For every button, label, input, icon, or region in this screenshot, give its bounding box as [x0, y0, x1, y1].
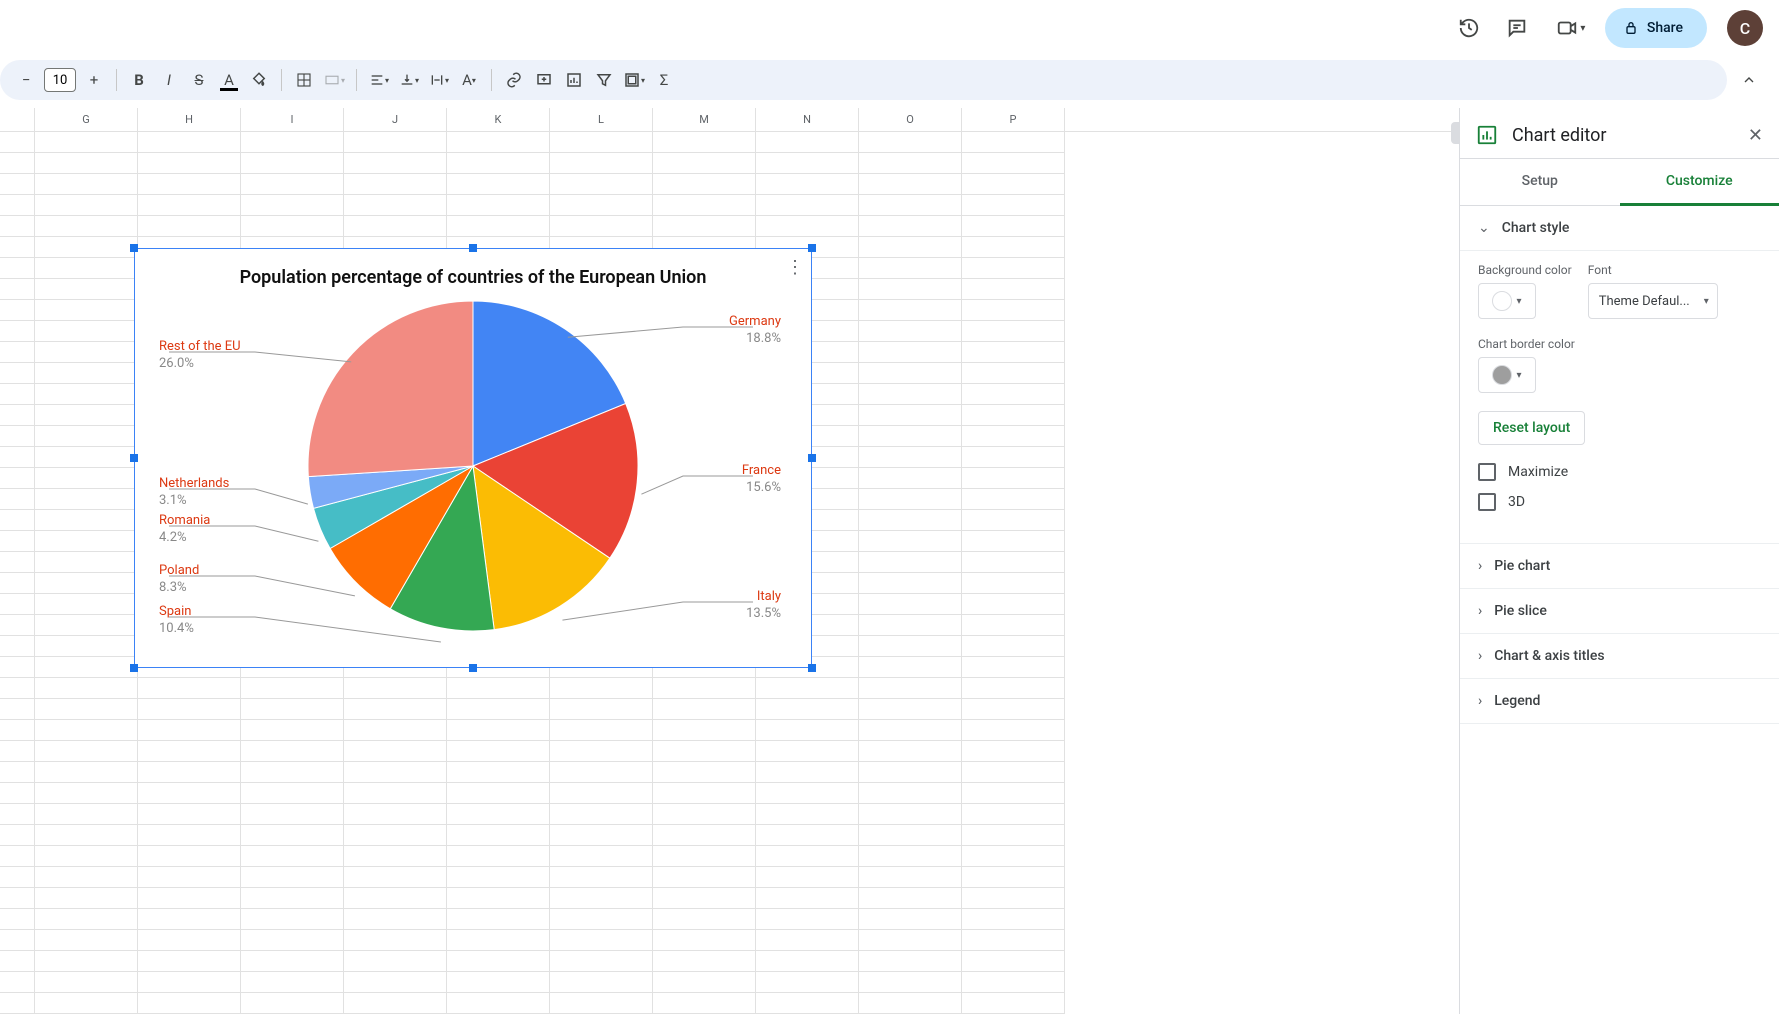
merge-button[interactable]: ▾	[320, 66, 348, 94]
column-header[interactable]: O	[859, 108, 962, 131]
borders-button[interactable]	[290, 66, 318, 94]
column-header[interactable]: I	[241, 108, 344, 131]
chevron-right-icon: ›	[1478, 648, 1482, 664]
slice-pct: 15.6%	[742, 480, 781, 497]
pie-chart-svg	[303, 296, 643, 636]
text-color-button[interactable]: A	[215, 66, 243, 94]
toolbar: − + B I S A ▾ ▾ ▾ ▾ A	[0, 60, 1727, 100]
strike-button[interactable]: S	[185, 66, 213, 94]
chevron-right-icon: ›	[1478, 693, 1482, 709]
column-header[interactable]: K	[447, 108, 550, 131]
resize-handle[interactable]	[808, 244, 816, 252]
column-header[interactable]: H	[138, 108, 241, 131]
resize-handle[interactable]	[469, 244, 477, 252]
reset-layout-button[interactable]: Reset layout	[1478, 411, 1585, 445]
insert-chart-button[interactable]	[560, 66, 588, 94]
wrap-button[interactable]: ▾	[425, 66, 453, 94]
bg-color-label: Background color	[1478, 263, 1572, 277]
column-header[interactable]: M	[653, 108, 756, 131]
slice-label: Romania	[159, 513, 210, 530]
section-pie-chart[interactable]: › Pie chart	[1460, 544, 1779, 589]
chart-object[interactable]: ⋮ Population percentage of countries of …	[134, 248, 812, 668]
slice-pct: 3.1%	[159, 493, 229, 510]
filter-button[interactable]	[590, 66, 618, 94]
resize-handle[interactable]	[130, 454, 138, 462]
slice-pct: 18.8%	[729, 331, 781, 348]
resize-handle[interactable]	[130, 664, 138, 672]
share-button[interactable]: Share	[1605, 8, 1707, 48]
chart-menu-icon[interactable]: ⋮	[786, 257, 803, 278]
insert-comment-button[interactable]	[530, 66, 558, 94]
slice-label: Poland	[159, 563, 199, 580]
column-header[interactable]: N	[756, 108, 859, 131]
fill-color-button[interactable]	[245, 66, 273, 94]
column-header[interactable]: P	[962, 108, 1065, 131]
section-pie-slice[interactable]: › Pie slice	[1460, 589, 1779, 634]
slice-label: Germany	[729, 314, 781, 331]
section-legend[interactable]: › Legend	[1460, 679, 1779, 724]
collapse-toolbar-button[interactable]	[1735, 66, 1763, 94]
toolbar-wrap: − + B I S A ▾ ▾ ▾ ▾ A	[0, 56, 1779, 108]
close-icon[interactable]: ✕	[1748, 125, 1763, 146]
resize-handle[interactable]	[808, 664, 816, 672]
italic-button[interactable]: I	[155, 66, 183, 94]
column-header[interactable]: J	[344, 108, 447, 131]
border-color-label: Chart border color	[1478, 337, 1761, 351]
filter-views-button[interactable]: ▾	[620, 66, 648, 94]
3d-checkbox[interactable]	[1478, 493, 1496, 511]
slice-label: France	[742, 463, 781, 480]
link-button[interactable]	[500, 66, 528, 94]
section-chart-style[interactable]: ⌄ Chart style	[1460, 206, 1779, 251]
chart-editor-icon	[1476, 124, 1498, 146]
spreadsheet-grid[interactable]: GHIJKLMNOP ⋮ Population percentage of co…	[0, 108, 1459, 1014]
meet-icon[interactable]: ▾	[1545, 8, 1597, 48]
slice-pct: 8.3%	[159, 580, 199, 597]
border-color-picker[interactable]: ▾	[1478, 357, 1536, 393]
column-header[interactable]: L	[550, 108, 653, 131]
slice-label: Italy	[746, 589, 781, 606]
column-header[interactable]: G	[35, 108, 138, 131]
slice-pct: 26.0%	[159, 356, 241, 373]
rotate-button[interactable]: A▾	[455, 66, 483, 94]
font-label: Font	[1588, 263, 1761, 277]
resize-handle[interactable]	[469, 664, 477, 672]
h-align-button[interactable]: ▾	[365, 66, 393, 94]
bg-color-picker[interactable]: ▾	[1478, 283, 1536, 319]
section-chart-axis-titles[interactable]: › Chart & axis titles	[1460, 634, 1779, 679]
slice-label: Spain	[159, 604, 194, 621]
tab-setup[interactable]: Setup	[1460, 159, 1620, 205]
slice-pct: 4.2%	[159, 530, 210, 547]
font-size-increase[interactable]: +	[80, 66, 108, 94]
functions-button[interactable]: Σ	[650, 66, 678, 94]
history-icon[interactable]	[1449, 8, 1489, 48]
scrollbar-vertical[interactable]	[1451, 122, 1459, 144]
font-select[interactable]: Theme Defaul...	[1588, 283, 1718, 319]
v-align-button[interactable]: ▾	[395, 66, 423, 94]
slice-pct: 13.5%	[746, 606, 781, 623]
tab-customize[interactable]: Customize	[1620, 159, 1779, 206]
panel-title: Chart editor	[1512, 125, 1734, 146]
comment-icon[interactable]	[1497, 8, 1537, 48]
chevron-down-icon: ⌄	[1478, 220, 1490, 236]
slice-pct: 10.4%	[159, 621, 194, 638]
chevron-right-icon: ›	[1478, 603, 1482, 619]
top-bar: ▾ Share C	[0, 0, 1779, 56]
share-label: Share	[1647, 20, 1683, 36]
resize-handle[interactable]	[130, 244, 138, 252]
chart-title: Population percentage of countries of th…	[135, 249, 811, 288]
maximize-checkbox[interactable]	[1478, 463, 1496, 481]
slice-label: Netherlands	[159, 476, 229, 493]
resize-handle[interactable]	[808, 454, 816, 462]
font-size-decrease[interactable]: −	[12, 66, 40, 94]
slice-label: Rest of the EU	[159, 339, 241, 356]
font-size-input[interactable]	[44, 68, 76, 92]
avatar[interactable]: C	[1727, 10, 1763, 46]
chart-editor-panel: Chart editor ✕ Setup Customize ⌄ Chart s…	[1459, 108, 1779, 1014]
bold-button[interactable]: B	[125, 66, 153, 94]
chevron-right-icon: ›	[1478, 558, 1482, 574]
